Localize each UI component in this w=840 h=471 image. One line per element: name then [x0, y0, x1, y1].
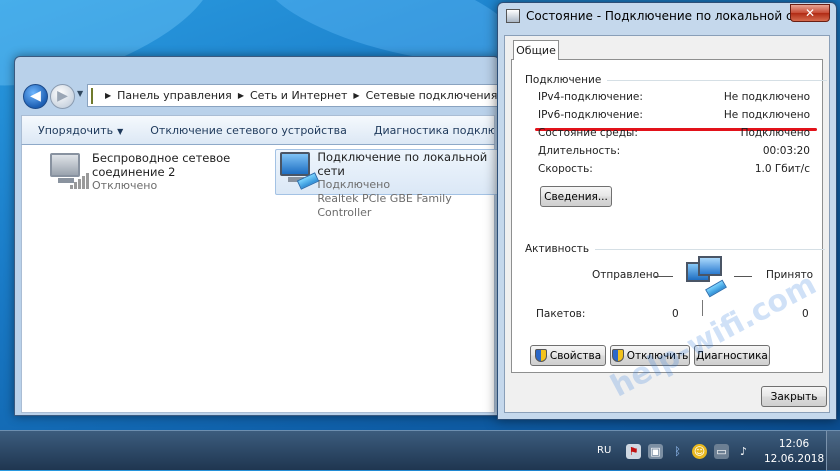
list-item[interactable]: Подключение по локальной сети Подключено…: [275, 149, 499, 219]
media-state-value: Подключено: [740, 127, 810, 139]
bluetooth-icon[interactable]: ᛒ: [670, 444, 685, 459]
network-connections-window: ◀ ▶ ▼ ▶ Панель управления ▶ Сеть и Интер…: [14, 56, 501, 416]
control-panel-icon: [91, 87, 93, 104]
connection-name: Беспроводное сетевое: [92, 151, 231, 165]
packets-received-value: 0: [802, 308, 809, 320]
network-icon[interactable]: ▣: [648, 444, 663, 459]
diagnose-connection-button[interactable]: Диагностика подключения: [374, 124, 494, 137]
speed-label: Скорость:: [538, 163, 593, 175]
connection-adapter: Realtek PCIe GBE Family Controller: [317, 192, 452, 219]
activity-section-title: Активность: [525, 243, 826, 255]
navigation-bar: ◀ ▶ ▼ ▶ Панель управления ▶ Сеть и Интер…: [21, 81, 501, 111]
tab-general[interactable]: Общие: [513, 40, 559, 60]
close-icon[interactable]: ✕: [790, 4, 830, 22]
clock-date: 12.06.2018: [764, 453, 825, 465]
breadcrumb-control-panel[interactable]: Панель управления: [117, 89, 232, 102]
uac-shield-icon: [611, 349, 624, 362]
sent-label: Отправлено: [592, 269, 659, 281]
dialog-title-bar: Состояние - Подключение по локальной сет…: [506, 9, 815, 23]
back-button[interactable]: ◀: [23, 84, 48, 109]
media-state-label: Состояние среды:: [538, 127, 638, 139]
media-state-row: Состояние среды: Подключено: [538, 127, 810, 139]
list-item[interactable]: Беспроводное сетевое соединение 2 Отключ…: [46, 151, 256, 195]
received-line: [734, 276, 752, 277]
breadcrumb-separator-icon[interactable]: ▶: [105, 91, 111, 100]
ipv6-row: IPv6-подключение: Не подключено: [538, 109, 810, 121]
taskbar: RU ⚑ ▣ ᛒ ☺ ▭ ♪ 12:06 12.06.2018: [0, 430, 840, 471]
app-tray-icon[interactable]: ☺: [692, 444, 707, 459]
properties-button[interactable]: Свойства: [530, 345, 606, 366]
breadcrumb-network-internet[interactable]: Сеть и Интернет: [250, 89, 347, 102]
activity-separator: [702, 300, 703, 316]
disable-device-button[interactable]: Отключение сетевого устройства: [150, 124, 347, 137]
close-button[interactable]: Закрыть: [761, 386, 827, 407]
system-tray: ⚑ ▣ ᛒ ☺ ▭ ♪: [626, 444, 751, 459]
speed-row: Скорость: 1.0 Гбит/с: [538, 163, 810, 175]
packets-label: Пакетов:: [536, 308, 586, 320]
duration-label: Длительность:: [538, 145, 621, 157]
ipv4-row: IPv4-подключение: Не подключено: [538, 91, 810, 103]
connections-list: Беспроводное сетевое соединение 2 Отключ…: [21, 145, 499, 413]
chevron-down-icon: ▼: [117, 126, 124, 136]
dialog-title: Состояние - Подключение по локальной сет…: [526, 9, 815, 23]
show-desktop-button[interactable]: [826, 431, 840, 471]
connection-section-title: Подключение: [525, 74, 828, 86]
volume-icon[interactable]: ♪: [736, 444, 751, 459]
forward-button[interactable]: ▶: [50, 84, 75, 109]
address-bar[interactable]: ▶ Панель управления ▶ Сеть и Интернет ▶ …: [87, 84, 501, 107]
battery-icon[interactable]: ▭: [714, 444, 729, 459]
connection-name-line2: соединение 2: [92, 165, 176, 179]
breadcrumb-separator-icon[interactable]: ▶: [238, 91, 244, 100]
recent-pages-dropdown-icon[interactable]: ▼: [77, 89, 83, 98]
connection-name: Подключение по локальной сети: [317, 150, 488, 178]
ipv4-label: IPv4-подключение:: [538, 91, 643, 103]
breadcrumb-separator-icon[interactable]: ▶: [353, 91, 359, 100]
ipv4-value: Не подключено: [723, 91, 810, 103]
packets-sent-value: 0: [672, 308, 679, 320]
connection-status: Подключено: [317, 178, 391, 191]
lan-network-icon: [276, 150, 320, 190]
command-bar: Упорядочить ▼ Отключение сетевого устройс…: [21, 115, 495, 145]
details-button[interactable]: Сведения...: [540, 186, 612, 207]
language-indicator[interactable]: RU: [597, 445, 611, 456]
ipv6-label: IPv6-подключение:: [538, 109, 643, 121]
network-activity-icon: [684, 256, 734, 302]
ipv6-value: Не подключено: [723, 109, 810, 121]
duration-value: 00:03:20: [762, 145, 810, 157]
clock[interactable]: 12:06 12.06.2018: [764, 437, 824, 467]
connection-status: Отключено: [92, 179, 158, 192]
breadcrumb-network-connections[interactable]: Сетевые подключения: [366, 89, 498, 102]
action-center-icon[interactable]: ⚑: [626, 444, 641, 459]
duration-row: Длительность: 00:03:20: [538, 145, 810, 157]
wireless-network-icon: [46, 151, 92, 191]
clock-time: 12:06: [778, 438, 810, 450]
general-tab-panel: Подключение IPv4-подключение: Не подключ…: [511, 59, 828, 373]
speed-value: 1.0 Гбит/с: [754, 163, 810, 175]
sent-line: [655, 276, 673, 277]
organize-button[interactable]: Упорядочить ▼: [38, 124, 123, 137]
dialog-icon: [506, 9, 520, 23]
uac-shield-icon: [534, 349, 547, 362]
